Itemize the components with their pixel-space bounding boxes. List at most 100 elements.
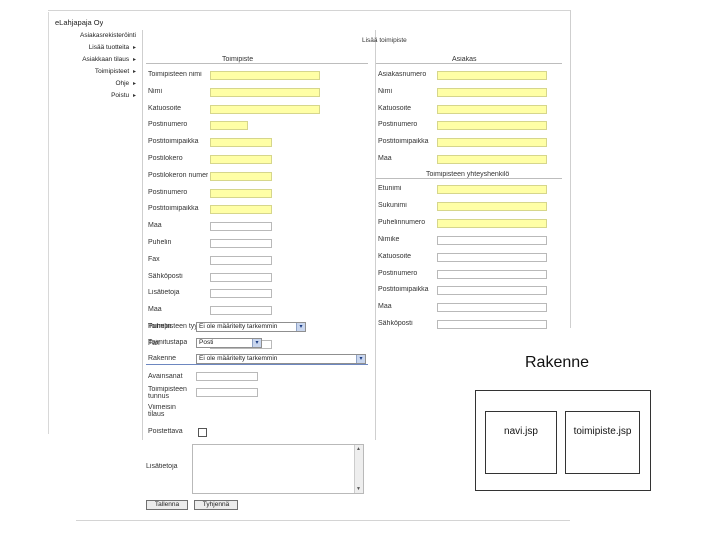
- right-field-input[interactable]: [437, 138, 547, 148]
- left-field-input[interactable]: [210, 104, 320, 114]
- contact-field-input[interactable]: [437, 320, 547, 330]
- left-field-input[interactable]: [210, 121, 248, 131]
- right-field-label: Asiakasnumero: [378, 71, 427, 78]
- diagram-box-toimipiste: toimipiste.jsp: [565, 411, 640, 474]
- left-field-input[interactable]: [210, 255, 272, 265]
- left-field-label: Fax: [148, 255, 160, 263]
- rakenne-label: Rakenne: [148, 355, 177, 362]
- left-section-header: Toimipiste: [222, 56, 254, 63]
- bottom-border: [76, 520, 570, 521]
- sidebar-item-poistu[interactable]: Poistu ▸: [111, 92, 136, 99]
- right-field-input[interactable]: [437, 155, 547, 164]
- chevron-down-icon: ▾: [296, 323, 305, 331]
- sidebar-item-label: Ohje: [115, 80, 130, 87]
- page-title: Lisää toimipiste: [362, 37, 407, 44]
- toimipisteen-tyyppi-select[interactable]: Ei ole määritelty tarkemmin ▾: [196, 322, 306, 332]
- contact-field-label: Sukunimi: [378, 201, 407, 209]
- contact-field-label: Puhelinnumero: [378, 218, 426, 226]
- scroll-up-icon[interactable]: ▲: [356, 446, 361, 452]
- contact-field-input[interactable]: [437, 252, 547, 262]
- poistettava-label: Poistettava: [148, 428, 183, 435]
- left-section-rule: [146, 63, 368, 64]
- avainsanat-input[interactable]: [196, 372, 258, 381]
- left-field-input[interactable]: [210, 188, 272, 198]
- contact-field-label: Etunimi: [378, 185, 402, 192]
- select-value: Ei ole määritelty tarkemmin: [199, 323, 278, 330]
- left-field-input[interactable]: [210, 239, 272, 248]
- contact-field-input[interactable]: [437, 201, 547, 211]
- right-field-label: Nimi: [378, 87, 392, 95]
- sidebar-item-label: Toimipisteet: [94, 68, 130, 75]
- main-right-border: [375, 30, 376, 440]
- contact-field-label: Postinumero: [378, 269, 418, 277]
- sidebar-item-toimipisteet[interactable]: Toimipisteet ▸: [95, 68, 136, 75]
- left-field-label: Postilokero: [148, 155, 183, 162]
- viimeisin-tilaus-input[interactable]: [196, 406, 258, 415]
- right-field-input[interactable]: [437, 71, 547, 80]
- contact-field-input[interactable]: [437, 303, 547, 313]
- contact-field-label: Nimike: [378, 235, 400, 243]
- toimipisteen-tunnus-label: Toimipisteen tunnus: [148, 386, 187, 400]
- left-field-label: Puhelin: [148, 239, 172, 246]
- viimeisin-tilaus-label: Viimeisin tilaus: [148, 404, 176, 418]
- poistettava-checkbox[interactable]: [198, 428, 207, 437]
- contact-field-input[interactable]: [437, 235, 547, 245]
- rakenne-underline: [146, 364, 368, 365]
- main-left-border: [142, 30, 143, 440]
- contact-field-label: Maa: [378, 303, 392, 311]
- arrow-right-icon: ▸: [132, 69, 136, 75]
- sidebar-item-asiakkaan-tilaus[interactable]: Asiakkaan tilaus ▸: [82, 56, 136, 63]
- left-field-label: Postinumero: [148, 188, 188, 196]
- toimipisteen-tunnus-input[interactable]: [196, 388, 258, 397]
- left-field-input[interactable]: [210, 71, 320, 80]
- diagram-box-label: navi.jsp: [504, 426, 538, 437]
- notes-label: Lisätietoja: [146, 463, 178, 470]
- contact-field-input[interactable]: [437, 185, 547, 194]
- sidebar-item-lisaa-tuotteita[interactable]: Lisää tuotteita ▸: [89, 44, 136, 51]
- scroll-down-icon[interactable]: ▼: [356, 486, 361, 492]
- contact-section-rule: [376, 178, 562, 179]
- sidebar-item-label: Lisää tuotteita: [88, 44, 130, 51]
- right-field-input[interactable]: [437, 87, 547, 97]
- left-field-input[interactable]: [210, 87, 320, 97]
- right-section-rule: [376, 63, 562, 64]
- left-field-label: Postinumero: [148, 121, 188, 129]
- chevron-down-icon: ▾: [356, 355, 365, 363]
- left-field-label: Nimi: [148, 87, 162, 95]
- save-button[interactable]: Tallenna: [146, 500, 188, 510]
- contact-field-label: Katuosoite: [378, 252, 412, 260]
- select-value: Ei ole määritelty tarkemmin: [199, 355, 278, 362]
- rakenne-select[interactable]: Ei ole määritelty tarkemmin ▾: [196, 354, 366, 364]
- left-field-input[interactable]: [210, 155, 272, 164]
- left-field-input[interactable]: [210, 306, 272, 316]
- left-field-input[interactable]: [210, 289, 272, 299]
- right-field-input[interactable]: [437, 121, 547, 131]
- contact-field-input[interactable]: [437, 286, 547, 296]
- select-value: Posti: [199, 339, 214, 346]
- content-right-border: [570, 10, 571, 328]
- sidebar-item-asiakasrekisterointi[interactable]: Asiakasrekisteröinti: [80, 32, 136, 39]
- left-field-input[interactable]: [210, 205, 272, 215]
- left-field-input[interactable]: [210, 222, 272, 232]
- clear-button[interactable]: Tyhjennä: [194, 500, 238, 510]
- notes-textarea[interactable]: ▲ ▼: [192, 444, 364, 494]
- contact-section-header: Toimipisteen yhteyshenkilö: [426, 171, 510, 178]
- left-field-input[interactable]: [210, 171, 272, 181]
- left-field-label: Postilokeron numero: [148, 171, 208, 179]
- sidebar-item-ohje[interactable]: Ohje ▸: [115, 80, 136, 87]
- diagram-box-navi: navi.jsp: [485, 411, 557, 474]
- toimitustapa-label: Toimitustapa: [148, 339, 188, 346]
- scrollbar[interactable]: ▲ ▼: [354, 445, 363, 493]
- diagram-box-label: toimipiste.jsp: [573, 426, 632, 437]
- toimitustapa-select[interactable]: Posti ▾: [196, 338, 262, 348]
- right-field-label: Postinumero: [378, 121, 418, 129]
- top-border: [48, 10, 570, 11]
- left-field-label: Maa: [148, 222, 162, 230]
- left-field-input[interactable]: [210, 272, 272, 282]
- right-field-input[interactable]: [437, 104, 547, 114]
- left-field-input[interactable]: [210, 138, 272, 148]
- contact-field-input[interactable]: [437, 218, 547, 228]
- left-field-label: Postitoimipaikka: [148, 138, 199, 146]
- diagram-frame: navi.jsp toimipiste.jsp: [475, 390, 651, 491]
- contact-field-input[interactable]: [437, 269, 547, 279]
